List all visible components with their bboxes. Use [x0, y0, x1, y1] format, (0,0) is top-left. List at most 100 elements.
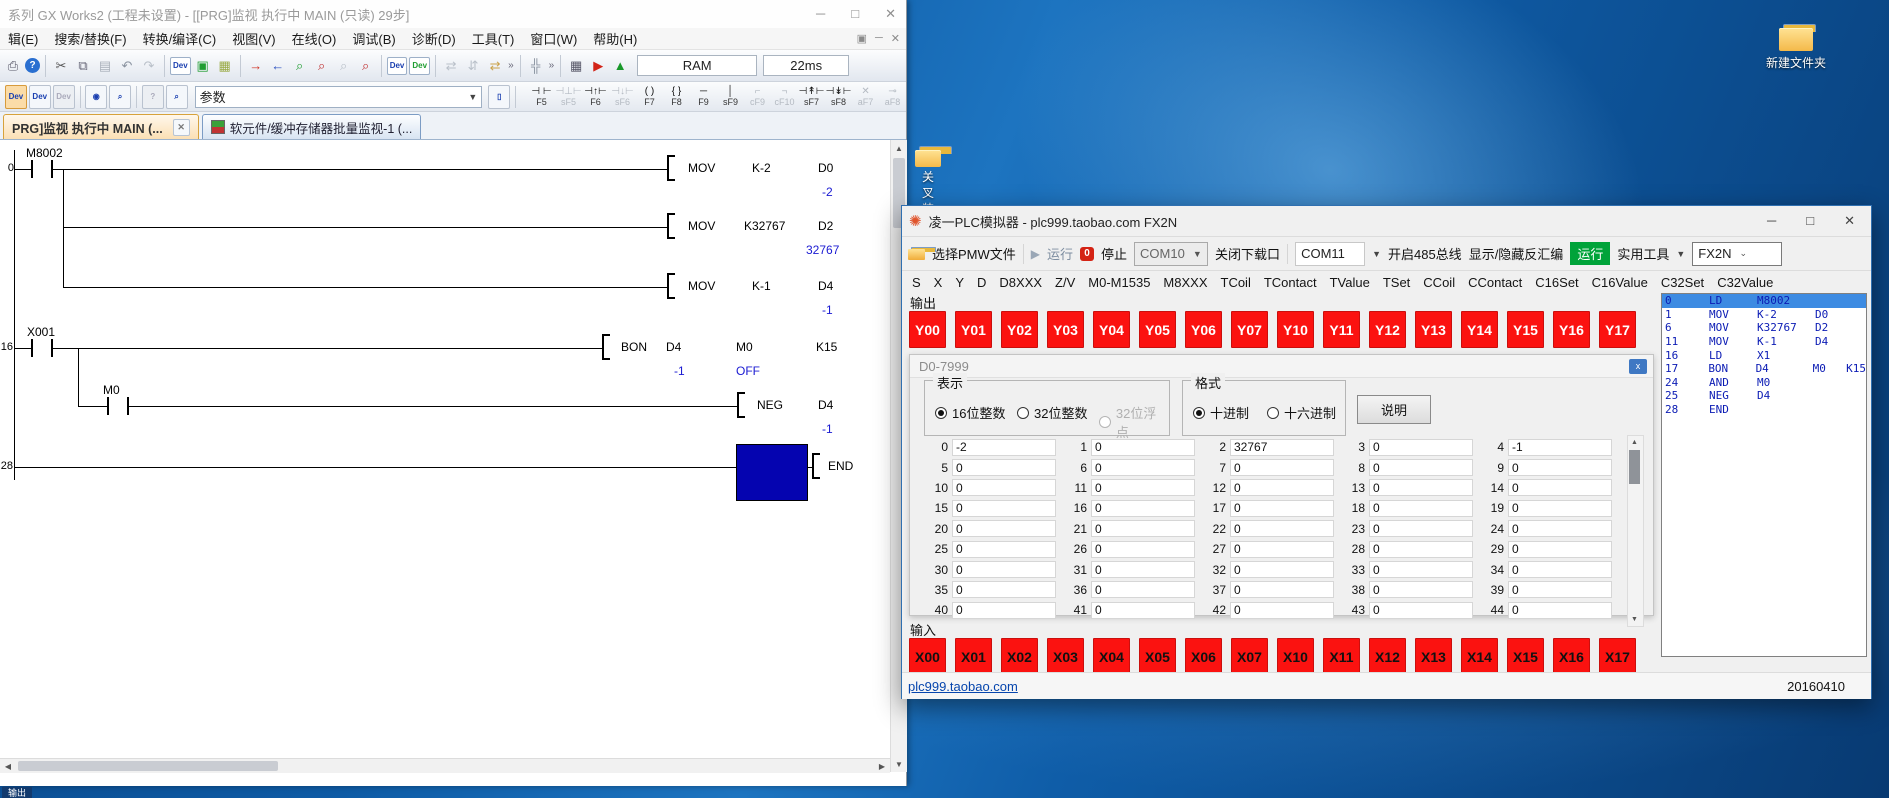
print-icon[interactable]: ⎙ [3, 56, 23, 76]
stop-monitor-icon[interactable]: ▲ [610, 56, 630, 76]
device-tab-CCoil[interactable]: CCoil [1423, 275, 1455, 290]
d-value-input-24[interactable] [1508, 520, 1612, 537]
program-check-icon[interactable]: ▦ [566, 56, 586, 76]
d-value-input-37[interactable] [1230, 581, 1334, 598]
memory-target-field[interactable]: RAM [637, 55, 757, 76]
input-button-X00[interactable]: X00 [909, 638, 946, 675]
device-tab-C16Set[interactable]: C16Set [1535, 275, 1578, 290]
menu-item-4[interactable]: 在线(O) [284, 27, 345, 50]
minimize-button[interactable]: ─ [1767, 213, 1776, 229]
ladder-symbol-F6[interactable]: ⊣↑⊢F6 [582, 87, 609, 107]
find-contact-icon[interactable]: ⌕ [290, 56, 310, 76]
new-page-button[interactable]: ▯ [488, 85, 510, 109]
il-row-0[interactable]: 0LDM8002 [1662, 294, 1866, 308]
monitor-screen-icon[interactable]: ▣ [193, 56, 213, 76]
device-test-icon[interactable]: ▦ [215, 56, 235, 76]
device-tab-M0-M1535[interactable]: M0-M1535 [1088, 275, 1150, 290]
scroll-right-icon[interactable]: ▶ [874, 759, 890, 773]
device-tab-C32Set[interactable]: C32Set [1661, 275, 1704, 290]
d-value-input-4[interactable] [1508, 439, 1612, 456]
device-monitor-button[interactable]: Dev [5, 85, 27, 109]
device-tab-Y[interactable]: Y [955, 275, 964, 290]
device-tab-D8XXX[interactable]: D8XXX [999, 275, 1042, 290]
output-button-Y02[interactable]: Y02 [1001, 311, 1038, 348]
close-button[interactable]: ✕ [885, 6, 896, 22]
ladder-symbol-F7[interactable]: ( )F7 [636, 87, 663, 107]
il-row-16[interactable]: 16LDX1 [1662, 348, 1866, 362]
stop-button[interactable]: 停止 [1101, 244, 1127, 263]
scrollbar-thumb[interactable] [1629, 450, 1640, 484]
output-button-Y15[interactable]: Y15 [1507, 311, 1544, 348]
device-display-icon[interactable]: Dev [387, 57, 408, 75]
more-chevron2-icon[interactable]: » [549, 60, 555, 71]
d-value-input-31[interactable] [1091, 561, 1195, 578]
mdi-child-controls[interactable]: ▣─✕ [857, 32, 900, 45]
com-download-select[interactable]: COM10▼ [1134, 242, 1208, 266]
close-button[interactable]: ✕ [1844, 213, 1855, 229]
undo-icon[interactable]: ↶ [117, 56, 137, 76]
output-button-Y14[interactable]: Y14 [1461, 311, 1498, 348]
d-value-input-40[interactable] [952, 602, 1056, 619]
device-tab-S[interactable]: S [912, 275, 921, 290]
d-value-input-33[interactable] [1369, 561, 1473, 578]
write-plc-icon[interactable]: ⇄ [485, 56, 505, 76]
output-button-Y16[interactable]: Y16 [1553, 311, 1590, 348]
taobao-link[interactable]: plc999.taobao.com [908, 679, 1018, 694]
d-value-input-36[interactable] [1091, 581, 1195, 598]
input-button-X14[interactable]: X14 [1461, 638, 1498, 675]
input-button-X06[interactable]: X06 [1185, 638, 1222, 675]
menu-item-2[interactable]: 转换/编译(C) [135, 27, 225, 50]
d-value-input-13[interactable] [1369, 479, 1473, 496]
output-button-Y03[interactable]: Y03 [1047, 311, 1084, 348]
device-comment-icon[interactable]: Dev [409, 57, 430, 75]
radio-decimal[interactable]: 十进制 [1193, 403, 1249, 422]
insert-row-icon[interactable]: ╬ [526, 56, 546, 76]
tab-close-icon[interactable]: ✕ [173, 119, 190, 136]
transfer-icon[interactable]: ⇄ [441, 56, 461, 76]
watch-eye-button[interactable]: ◉ [85, 85, 107, 109]
d-value-input-44[interactable] [1508, 602, 1612, 619]
device-tab-C16Value[interactable]: C16Value [1592, 275, 1648, 290]
ladder-symbol-sF7[interactable]: ⊣↟⊢sF7 [798, 87, 825, 107]
verify-icon[interactable]: ⇵ [463, 56, 483, 76]
d-value-input-21[interactable] [1091, 520, 1195, 537]
device-tab-M8XXX[interactable]: M8XXX [1163, 275, 1207, 290]
d-value-input-12[interactable] [1230, 479, 1334, 496]
ladder-editor[interactable]: 0 16 28 M8002 X001 M0 MOV K-2 D0 -2 MOV … [0, 140, 890, 772]
d-value-input-26[interactable] [1091, 541, 1195, 558]
d-value-input-6[interactable] [1091, 459, 1195, 476]
d-value-input-7[interactable] [1230, 459, 1334, 476]
open-485-button[interactable]: 开启485总线 [1388, 244, 1462, 263]
tools-menu-button[interactable]: 实用工具 [1617, 244, 1669, 263]
maximize-button[interactable]: □ [851, 6, 859, 22]
d-value-input-15[interactable] [952, 500, 1056, 517]
d-value-input-34[interactable] [1508, 561, 1612, 578]
input-button-X02[interactable]: X02 [1001, 638, 1038, 675]
close-icon[interactable]: x [1629, 359, 1647, 374]
d-value-input-43[interactable] [1369, 602, 1473, 619]
il-row-11[interactable]: 11MOVK-1D4 [1662, 335, 1866, 349]
scroll-up-icon[interactable]: ▲ [891, 140, 907, 156]
output-button-Y11[interactable]: Y11 [1323, 311, 1360, 348]
device-buffer-button[interactable]: Dev [53, 85, 75, 109]
output-button-Y13[interactable]: Y13 [1415, 311, 1452, 348]
d-value-input-39[interactable] [1508, 581, 1612, 598]
device-batch-monitor-button[interactable]: Dev [29, 85, 51, 109]
ladder-symbol-sF5[interactable]: ⊣⊥⊢sF5 [555, 87, 582, 107]
find-coil-icon[interactable]: ⌕ [312, 56, 332, 76]
device-tab-CContact[interactable]: CContact [1468, 275, 1522, 290]
d-value-input-30[interactable] [952, 561, 1056, 578]
scroll-down-icon[interactable]: ▼ [1628, 613, 1641, 626]
d-grid-scrollbar[interactable]: ▲ ▼ [1627, 435, 1644, 627]
paste-icon[interactable]: ▤ [95, 56, 115, 76]
start-monitor-icon[interactable]: ▶ [588, 56, 608, 76]
d-value-input-0[interactable] [952, 439, 1056, 456]
d-value-input-2[interactable] [1230, 439, 1334, 456]
parameter-combobox[interactable]: 参数▼ [195, 86, 483, 108]
il-row-28[interactable]: 28END [1662, 403, 1866, 417]
tab-device-batch-monitor[interactable]: 软元件/缓冲存储器批量监视-1 (... [202, 114, 422, 139]
scrollbar-thumb[interactable] [18, 761, 278, 771]
d-value-input-18[interactable] [1369, 500, 1473, 517]
maximize-button[interactable]: □ [1806, 213, 1814, 229]
more-chevron-icon[interactable]: » [508, 60, 514, 71]
